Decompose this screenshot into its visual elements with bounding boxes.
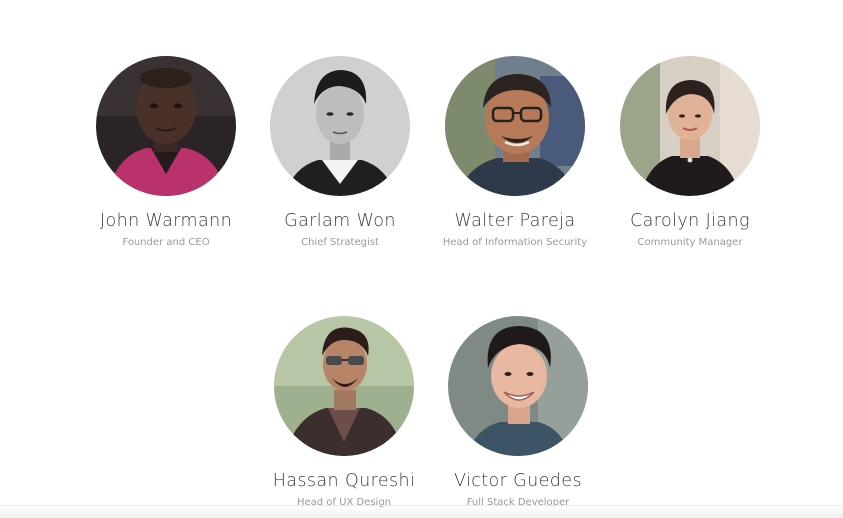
member-name: Hassan Qureshi bbox=[272, 471, 416, 491]
avatar bbox=[96, 56, 236, 196]
team-member-card: Garlam Won Chief Strategist bbox=[245, 56, 435, 250]
team-member-card: Walter Pareja Head of Information Securi… bbox=[420, 56, 610, 250]
avatar bbox=[448, 316, 588, 456]
portrait-photo bbox=[96, 56, 236, 196]
team-section: John Warmann Founder and CEO Garlam Won … bbox=[0, 0, 843, 518]
member-role: Founder and CEO bbox=[122, 237, 210, 248]
avatar bbox=[445, 56, 585, 196]
portrait-photo bbox=[620, 56, 760, 196]
avatar bbox=[270, 56, 410, 196]
member-name: Victor Guedes bbox=[453, 471, 582, 491]
portrait-photo bbox=[445, 56, 585, 196]
member-role: Head of Information Security bbox=[442, 237, 588, 248]
team-member-card: Victor Guedes Full Stack Developer bbox=[423, 316, 613, 510]
member-role: Community Manager bbox=[637, 237, 743, 248]
team-member-card: Carolyn Jiang Community Manager bbox=[595, 56, 785, 250]
avatar bbox=[620, 56, 760, 196]
member-name: Carolyn Jiang bbox=[630, 211, 750, 231]
page-bottom-edge bbox=[0, 505, 843, 518]
member-name: John Warmann bbox=[99, 211, 233, 231]
portrait-photo bbox=[448, 316, 588, 456]
team-member-card: Hassan Qureshi Head of UX Design bbox=[249, 316, 439, 510]
member-name: Walter Pareja bbox=[454, 211, 576, 231]
team-member-card: John Warmann Founder and CEO bbox=[71, 56, 261, 250]
member-name: Garlam Won bbox=[284, 211, 396, 231]
portrait-photo bbox=[274, 316, 414, 456]
member-role: Chief Strategist bbox=[301, 237, 379, 248]
avatar bbox=[274, 316, 414, 456]
portrait-photo bbox=[270, 56, 410, 196]
